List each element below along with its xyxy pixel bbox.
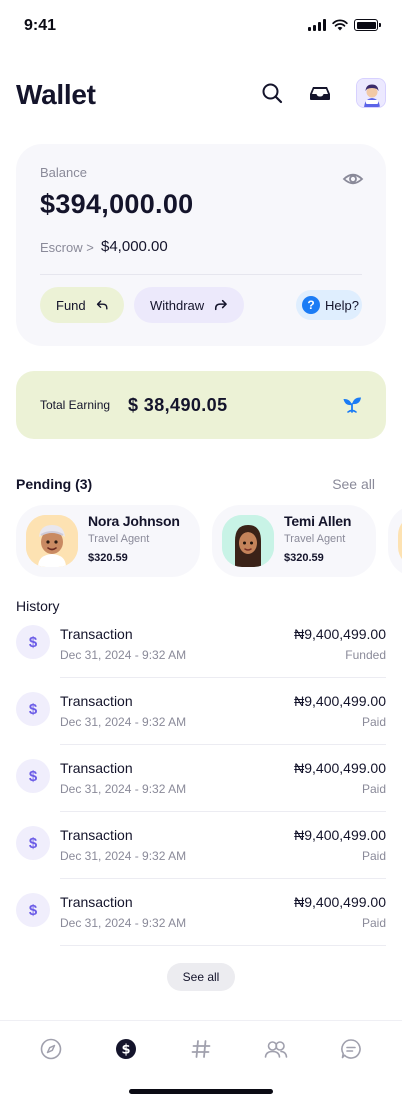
fund-button-label: Fund xyxy=(56,297,86,313)
pending-role: Travel Agent xyxy=(88,533,150,545)
transaction-amount: ₦9,400,499.00 xyxy=(294,693,386,709)
transaction-status: Funded xyxy=(345,648,386,662)
history-title: History xyxy=(16,598,60,614)
divider xyxy=(60,811,386,812)
pending-card[interactable]: Nora Johnson Travel Agent $320.59 xyxy=(16,505,200,577)
home-indicator xyxy=(129,1089,273,1094)
status-icons xyxy=(308,19,381,31)
tab-explore[interactable] xyxy=(39,1037,63,1061)
transaction-date: Dec 31, 2024 - 9:32 AM xyxy=(60,648,187,662)
search-button[interactable] xyxy=(259,80,285,106)
transaction-status: Paid xyxy=(361,782,386,796)
transaction-status: Paid xyxy=(361,916,386,930)
pending-amount: $320.59 xyxy=(88,552,128,564)
fund-button[interactable]: Fund xyxy=(40,287,124,323)
pending-card[interactable]: Temi Allen Travel Agent $320.59 xyxy=(212,505,376,577)
tab-hashtag[interactable] xyxy=(189,1037,213,1061)
transaction-title: Transaction xyxy=(60,760,133,776)
pending-role: Travel Agent xyxy=(284,533,346,545)
compass-icon xyxy=(40,1038,62,1060)
list-item[interactable]: $ Transaction Dec 31, 2024 - 9:32 AM ₦9,… xyxy=(16,622,386,689)
transaction-amount: ₦9,400,499.00 xyxy=(294,827,386,843)
tab-wallet[interactable]: $ xyxy=(114,1037,138,1061)
transaction-date: Dec 31, 2024 - 9:32 AM xyxy=(60,782,187,796)
divider xyxy=(60,677,386,678)
escrow-link[interactable]: Escrow > xyxy=(40,240,94,255)
users-icon xyxy=(264,1041,288,1058)
dollar-icon: $ xyxy=(16,759,50,793)
list-item[interactable]: $ Transaction Dec 31, 2024 - 9:32 AM ₦9,… xyxy=(16,689,386,756)
list-item[interactable]: $ Transaction Dec 31, 2024 - 9:32 AM ₦9,… xyxy=(16,756,386,823)
balance-card: Balance $394,000.00 Escrow > $4,000.00 F… xyxy=(16,144,386,346)
inbox-icon xyxy=(310,87,330,100)
tab-community[interactable] xyxy=(264,1037,288,1061)
history-see-all-button[interactable]: See all xyxy=(167,963,235,991)
transaction-amount: ₦9,400,499.00 xyxy=(294,760,386,776)
page-title: Wallet xyxy=(16,79,96,110)
svg-text:$: $ xyxy=(121,1043,130,1058)
transaction-amount: ₦9,400,499.00 xyxy=(294,894,386,910)
transaction-status: Paid xyxy=(361,715,386,729)
pending-name: Nora Johnson xyxy=(88,513,180,529)
balance-label: Balance xyxy=(40,165,87,180)
history-list: $ Transaction Dec 31, 2024 - 9:32 AM ₦9,… xyxy=(16,622,386,957)
cellular-signal-icon xyxy=(308,19,326,31)
dollar-icon: $ xyxy=(16,692,50,726)
hashtag-icon xyxy=(191,1040,211,1058)
escrow-amount: $4,000.00 xyxy=(101,238,168,255)
search-icon xyxy=(262,83,283,104)
pending-amount: $320.59 xyxy=(284,552,324,564)
transaction-title: Transaction xyxy=(60,693,133,709)
reply-arrow-icon xyxy=(96,300,108,310)
avatar xyxy=(357,79,385,107)
transaction-date: Dec 31, 2024 - 9:32 AM xyxy=(60,916,187,930)
divider xyxy=(40,274,362,275)
chat-icon xyxy=(341,1039,361,1059)
forward-arrow-icon xyxy=(215,299,228,311)
dollar-icon: $ xyxy=(116,1039,136,1059)
list-item[interactable]: $ Transaction Dec 31, 2024 - 9:32 AM ₦9,… xyxy=(16,823,386,890)
divider xyxy=(60,744,386,745)
dollar-icon: $ xyxy=(16,625,50,659)
transaction-amount: ₦9,400,499.00 xyxy=(294,626,386,642)
profile-avatar-button[interactable] xyxy=(356,78,386,108)
help-button-label: Help? xyxy=(325,297,359,313)
avatar xyxy=(222,515,274,567)
tab-messages[interactable] xyxy=(339,1037,363,1061)
divider xyxy=(60,945,386,946)
pending-list: Nora Johnson Travel Agent $320.59 Temi A… xyxy=(16,505,402,577)
pending-name: Temi Allen xyxy=(284,513,352,529)
avatar xyxy=(26,515,78,567)
withdraw-button-label: Withdraw xyxy=(150,297,205,313)
question-icon: ? xyxy=(302,296,320,314)
status-time: 9:41 xyxy=(24,17,57,34)
pending-title: Pending (3) xyxy=(16,476,93,492)
transaction-date: Dec 31, 2024 - 9:32 AM xyxy=(60,849,187,863)
status-bar: 9:41 xyxy=(0,0,402,54)
sprout-icon xyxy=(343,397,361,413)
header: Wallet xyxy=(16,72,386,116)
wifi-icon xyxy=(332,19,348,31)
dollar-icon: $ xyxy=(16,893,50,927)
list-item[interactable]: $ Transaction Dec 31, 2024 - 9:32 AM ₦9,… xyxy=(16,890,386,957)
pending-see-all-link[interactable]: See all xyxy=(332,476,375,492)
dollar-icon: $ xyxy=(16,826,50,860)
withdraw-button[interactable]: Withdraw xyxy=(134,287,244,323)
pending-card[interactable] xyxy=(388,505,402,577)
avatar xyxy=(398,515,402,567)
inbox-button[interactable] xyxy=(307,80,333,106)
balance-amount: $394,000.00 xyxy=(40,189,194,219)
transaction-title: Transaction xyxy=(60,626,133,642)
eye-icon[interactable] xyxy=(342,168,364,190)
total-earning-card[interactable]: Total Earning $ 38,490.05 xyxy=(16,371,386,439)
total-earning-amount: $ 38,490.05 xyxy=(128,395,228,415)
total-earning-label: Total Earning xyxy=(40,398,111,412)
divider xyxy=(60,878,386,879)
transaction-title: Transaction xyxy=(60,827,133,843)
transaction-title: Transaction xyxy=(60,894,133,910)
help-button[interactable]: ? Help? xyxy=(296,290,362,320)
transaction-status: Paid xyxy=(361,849,386,863)
battery-icon xyxy=(354,19,381,31)
transaction-date: Dec 31, 2024 - 9:32 AM xyxy=(60,715,187,729)
